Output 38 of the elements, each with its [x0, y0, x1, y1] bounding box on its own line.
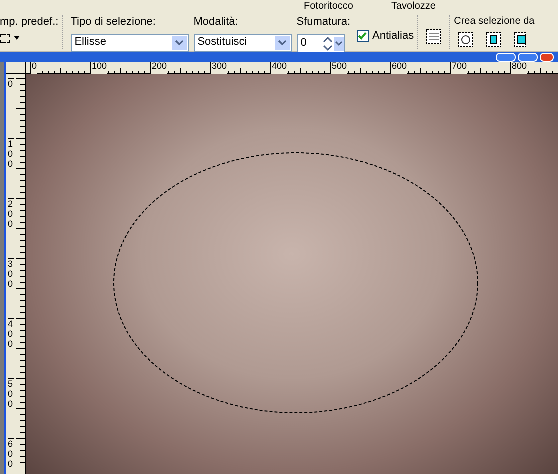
ruler-label: 400: [8, 318, 14, 349]
maximize-button[interactable]: [518, 52, 538, 62]
ruler-label: 100: [8, 138, 14, 169]
selection-preset-icon[interactable]: [0, 34, 10, 42]
minimize-button[interactable]: [496, 52, 516, 62]
ruler-label: 700: [450, 62, 468, 74]
ruler-label: 500: [330, 62, 348, 74]
ruler-label: 200: [8, 198, 14, 229]
ruler-label: 400: [270, 62, 288, 74]
menu-item[interactable]: Tavolozze: [391, 2, 436, 12]
ruler-label: 100: [90, 62, 108, 74]
selection-icon[interactable]: [426, 29, 442, 45]
checkbox[interactable]: [356, 30, 369, 42]
field-label: Sfumatura:: [296, 15, 351, 30]
ruler-label: 0: [8, 78, 14, 89]
field-label: mp. predef.:: [0, 15, 59, 30]
selection-icon[interactable]: [514, 32, 526, 48]
ruler-label: 300: [8, 258, 14, 289]
spin-field[interactable]: 0: [296, 34, 345, 54]
ruler-label: 600: [8, 438, 14, 469]
field-label: Modalità:: [194, 15, 240, 30]
ruler-label: 600: [390, 62, 408, 74]
menu-item[interactable]: Fotoritocco: [304, 2, 354, 12]
selection-icon[interactable]: [458, 32, 474, 48]
ruler-label: 800: [510, 62, 528, 74]
checkbox-label: Antialias: [372, 29, 414, 44]
ruler-label: 300: [210, 62, 228, 74]
ruler-label: 200: [150, 62, 168, 74]
field-label: Crea selezione da: [454, 15, 535, 29]
ruler-label: 500: [8, 378, 14, 409]
ruler-label: 0: [30, 62, 38, 74]
dropdown[interactable]: Sostituisci: [194, 34, 292, 52]
spin-arrows-icon[interactable]: [322, 36, 344, 52]
field-label: Tipo di selezione:: [70, 15, 157, 30]
close-button[interactable]: [540, 52, 554, 62]
dropdown[interactable]: Ellisse: [70, 34, 189, 52]
caret-icon[interactable]: [14, 36, 20, 40]
selection-icon[interactable]: [486, 32, 502, 48]
